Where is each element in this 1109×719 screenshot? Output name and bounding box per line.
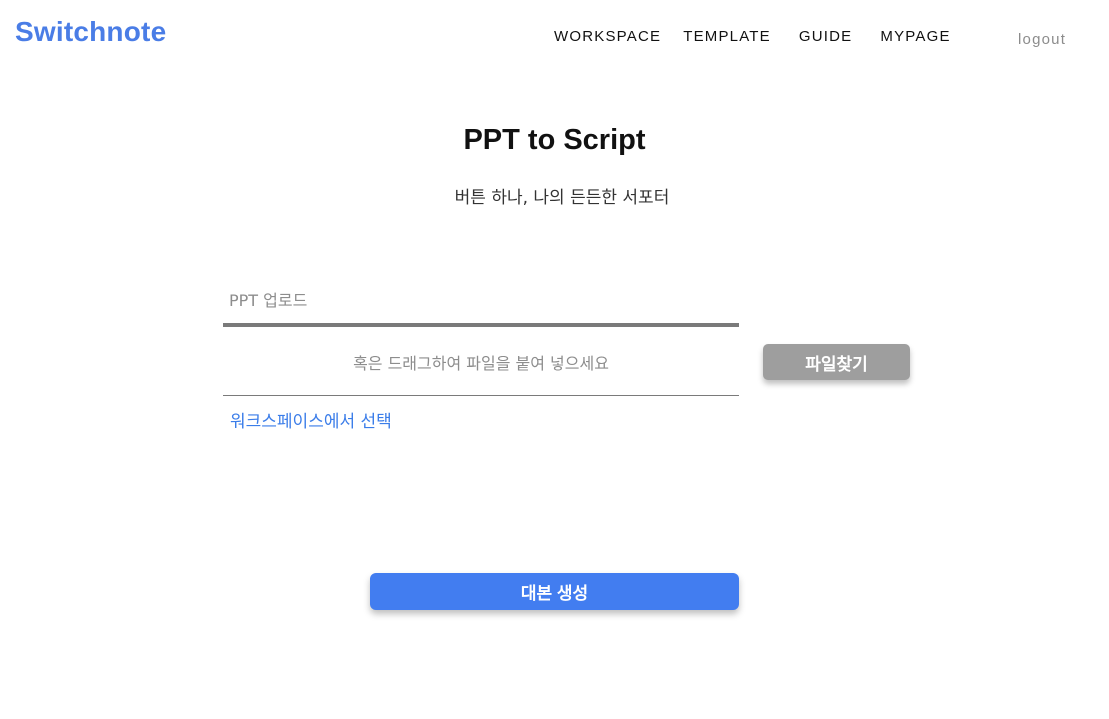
page-subtitle: 버튼 하나, 나의 든든한 서포터	[454, 188, 670, 208]
dropzone-hint: 혹은 드래그하여 파일을 붙여 넣으세요	[353, 354, 609, 373]
nav-workspace[interactable]: WORKSPACE	[554, 28, 661, 45]
page: Switchnote WORKSPACE TEMPLATE GUIDE MYPA…	[0, 0, 1109, 719]
find-file-button[interactable]: 파일찾기	[763, 344, 910, 380]
upload-label: PPT 업로드	[229, 291, 308, 310]
nav-guide[interactable]: GUIDE	[799, 28, 853, 45]
switchnote-logo[interactable]: Switchnote	[15, 16, 166, 48]
page-title: PPT to Script	[463, 124, 646, 156]
file-dropzone[interactable]: 혹은 드래그하여 파일을 붙여 넣으세요	[223, 327, 739, 396]
generate-script-button[interactable]: 대본 생성	[370, 573, 739, 610]
nav-mypage[interactable]: MYPAGE	[880, 28, 950, 45]
nav-template[interactable]: TEMPLATE	[683, 28, 771, 45]
logout-link[interactable]: logout	[1018, 31, 1066, 48]
main-nav: WORKSPACE TEMPLATE GUIDE MYPAGE	[554, 28, 951, 45]
select-from-workspace-link[interactable]: 워크스페이스에서 선택	[230, 407, 392, 432]
